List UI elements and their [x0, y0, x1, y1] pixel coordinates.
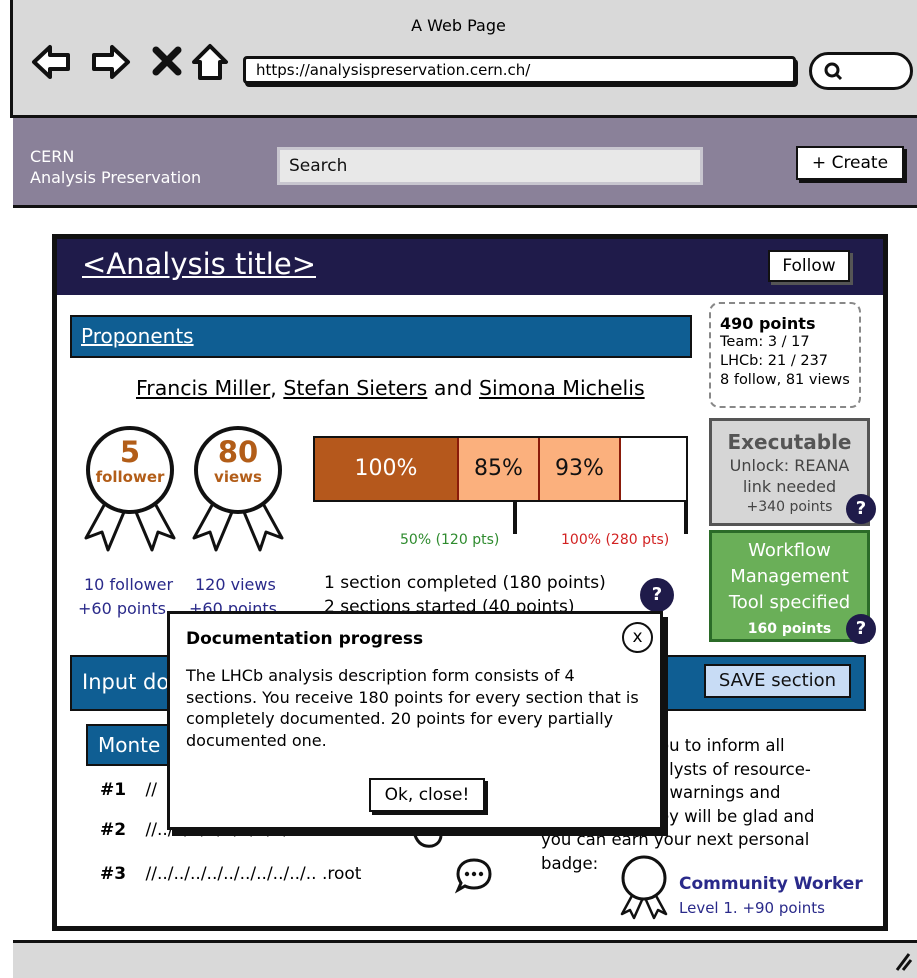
workflow-help-icon[interactable]: ? — [846, 614, 876, 644]
file-row: #1 // — [100, 780, 157, 800]
follower-points: +60 points — [78, 599, 166, 618]
segment-label: 93% — [555, 456, 604, 481]
follow-button[interactable]: Follow — [768, 250, 850, 282]
views-count: 120 views — [195, 575, 276, 594]
views-badge-label: views — [214, 468, 262, 486]
points-summary: 490 points Team: 3 / 17 LHCb: 21 / 237 8… — [709, 302, 861, 408]
follower-count: 10 follower — [84, 575, 174, 594]
brand-logo[interactable]: CERN Analysis Preservation — [30, 146, 201, 188]
proponents-heading[interactable]: Proponents — [81, 324, 194, 348]
progress-marker-100 — [684, 500, 688, 534]
input-section-title: Input do — [82, 670, 170, 694]
community-line: badge: — [541, 853, 599, 873]
dialog-body: The LHCb analysis description form consi… — [186, 666, 639, 750]
analysis-title[interactable]: <Analysis title> — [82, 247, 316, 281]
save-section-button[interactable]: SAVE section — [704, 664, 851, 698]
browser-search-field[interactable] — [809, 52, 913, 90]
segment-label: 100% — [354, 456, 418, 481]
progress-segment: 85% — [459, 438, 540, 500]
monte-carlo-label: Monte — [98, 733, 161, 757]
create-button[interactable]: + Create — [796, 146, 904, 180]
resize-grip-icon[interactable] — [893, 950, 913, 972]
file-path[interactable]: //../../../../../../../../../.. .root — [145, 864, 361, 884]
stop-x-icon[interactable] — [146, 40, 190, 84]
executable-line-2: link needed — [742, 477, 837, 496]
proponent-link[interactable]: Simona Michelis — [479, 376, 645, 400]
views-badge-number: 80 — [217, 435, 259, 469]
executable-title: Executable — [727, 430, 852, 454]
proponent-link[interactable]: Stefan Sieters — [283, 376, 427, 400]
executable-points: +340 points — [746, 499, 833, 515]
home-icon[interactable] — [188, 40, 232, 84]
brand-line-1: CERN — [30, 147, 75, 166]
community-line: you can earn your next personal — [541, 830, 810, 849]
workflow-line-3: Tool specified — [728, 592, 851, 613]
window-title: A Web Page — [411, 16, 506, 35]
executable-line-1: Unlock: REANA — [729, 456, 850, 475]
follow-views-count: 8 follow, 81 views — [720, 372, 850, 388]
documentation-progress-bar: 100% 85% 93% — [313, 436, 688, 502]
brand-line-2: Analysis Preservation — [30, 168, 202, 187]
file-index: #2 — [100, 820, 127, 840]
back-arrow-icon[interactable] — [30, 40, 74, 84]
progress-segment: 100% — [315, 438, 459, 500]
file-index: #3 — [100, 864, 127, 884]
progress-help-icon[interactable]: ? — [640, 578, 674, 612]
file-row: #3 //../../../../../../../../../.. .root — [100, 864, 361, 884]
proponent-link[interactable]: Francis Miller — [136, 376, 270, 400]
comment-icon[interactable] — [454, 856, 494, 894]
community-badge-title: Community Worker — [679, 874, 863, 894]
forward-arrow-icon[interactable] — [88, 40, 132, 84]
progress-marker-50-label: 50% (120 pts) — [400, 532, 500, 548]
proponents-list: Francis Miller, Stefan Sieters and Simon… — [136, 376, 645, 400]
file-index: #1 — [100, 780, 127, 800]
ok-close-button[interactable]: Ok, close! — [369, 778, 485, 812]
progress-marker-100-label: 100% (280 pts) — [561, 532, 670, 548]
follower-badge-label: follower — [95, 468, 165, 486]
sections-completed: 1 section completed (180 points) — [324, 573, 606, 593]
workflow-line-2: Management — [730, 566, 849, 587]
dialog-title: Documentation progress — [186, 629, 424, 649]
progress-marker-50 — [513, 500, 517, 534]
name-separator: , — [270, 376, 277, 400]
search-input[interactable]: Search — [277, 147, 703, 185]
executable-help-icon[interactable]: ? — [846, 494, 876, 524]
search-icon — [824, 62, 843, 81]
community-badge-icon — [620, 855, 668, 920]
close-icon[interactable]: x — [622, 622, 653, 653]
total-points: 490 points — [720, 314, 816, 333]
browser-status-bar — [13, 940, 917, 978]
team-rank: Team: 3 / 17 — [720, 334, 810, 350]
follower-badge-number: 5 — [119, 435, 141, 469]
url-field[interactable]: https://analysispreservation.cern.ch/ — [243, 56, 796, 84]
segment-label: 85% — [474, 456, 523, 481]
lhcb-rank: LHCb: 21 / 237 — [720, 353, 829, 369]
progress-segment: 93% — [540, 438, 621, 500]
name-separator: and — [433, 376, 473, 400]
workflow-line-1: Workflow — [748, 540, 831, 561]
community-badge-level: Level 1. +90 points — [679, 899, 825, 917]
workflow-points: 160 points — [747, 621, 832, 637]
file-path[interactable]: // — [145, 780, 156, 800]
follower-badge-caption: 10 follower +60 points — [78, 573, 174, 621]
